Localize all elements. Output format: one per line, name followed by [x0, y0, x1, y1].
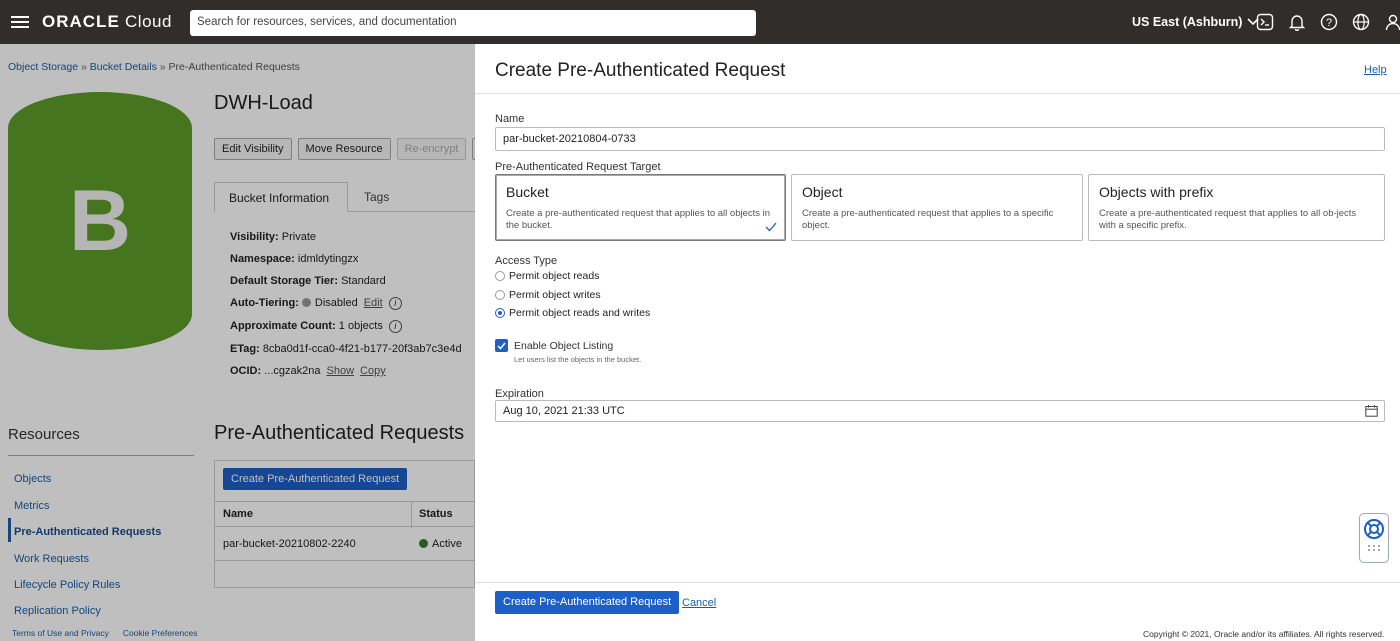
calendar-icon[interactable] — [1365, 405, 1378, 417]
radio-permit-reads[interactable]: Permit object reads — [495, 270, 599, 282]
target-card-description: Create a pre-authenticated request that … — [802, 208, 1054, 231]
panel-footer-divider — [475, 582, 1400, 583]
svg-text:?: ? — [1326, 17, 1332, 29]
user-profile-icon[interactable] — [1383, 12, 1400, 32]
enable-object-listing-label[interactable]: Enable Object Listing — [514, 340, 613, 352]
bell-icon[interactable] — [1287, 12, 1307, 32]
radio-circle-selected[interactable] — [495, 308, 505, 318]
target-card-object[interactable]: Object Create a pre-authenticated reques… — [791, 174, 1083, 241]
name-field[interactable]: par-bucket-20210804-0733 — [495, 127, 1385, 151]
create-par-submit-button[interactable]: Create Pre-Authenticated Request — [495, 591, 680, 614]
radio-label: Permit object reads and writes — [509, 307, 651, 319]
target-card-objects-with-prefix[interactable]: Objects with prefix Create a pre-authent… — [1088, 174, 1385, 241]
region-label: US East (Ashburn) — [1132, 15, 1243, 29]
top-navigation-bar: ORACLE Cloud Search for resources, servi… — [0, 0, 1400, 44]
modal-overlay-footer — [0, 622, 475, 641]
enable-object-listing-checkbox[interactable] — [495, 339, 508, 352]
help-icon[interactable]: ? — [1319, 12, 1339, 32]
radio-label: Permit object reads — [509, 270, 600, 282]
search-input[interactable]: Search for resources, services, and docu… — [190, 10, 756, 36]
modal-overlay[interactable] — [0, 44, 475, 622]
checkmark-icon — [497, 342, 506, 350]
radio-permit-reads-and-writes[interactable]: Permit object reads and writes — [495, 307, 650, 319]
lifebuoy-icon — [1364, 519, 1384, 539]
name-label: Name — [495, 113, 525, 125]
target-label: Pre-Authenticated Request Target — [495, 161, 661, 173]
radio-circle[interactable] — [495, 290, 505, 300]
help-link[interactable]: Help — [1364, 64, 1387, 76]
logo-product: Cloud — [125, 12, 172, 31]
target-card-title: Objects with prefix — [1099, 184, 1214, 200]
radio-permit-writes[interactable]: Permit object writes — [495, 289, 601, 301]
target-card-description: Create a pre-authenticated request that … — [1099, 208, 1357, 231]
cancel-link[interactable]: Cancel — [682, 597, 716, 609]
panel-title: Create Pre-Authenticated Request — [495, 60, 786, 81]
globe-icon[interactable] — [1351, 12, 1371, 32]
target-card-title: Bucket — [506, 184, 549, 200]
oracle-cloud-logo[interactable]: ORACLE Cloud — [42, 12, 172, 32]
menu-icon[interactable] — [0, 0, 40, 44]
help-widget[interactable] — [1359, 513, 1389, 563]
access-type-label: Access Type — [495, 255, 558, 267]
create-par-panel: Create Pre-Authenticated Request Help Na… — [475, 44, 1400, 641]
region-selector[interactable]: US East (Ashburn) — [1132, 15, 1260, 29]
enable-object-listing-help: Let users list the objects in the bucket… — [514, 355, 642, 364]
radio-label: Permit object writes — [509, 289, 601, 301]
cloud-shell-icon[interactable] — [1255, 12, 1275, 32]
copyright-text: Copyright © 2021, Oracle and/or its affi… — [1143, 629, 1385, 639]
target-card-description: Create a pre-authenticated request that … — [506, 208, 771, 231]
panel-header-divider — [475, 93, 1400, 94]
expiration-label: Expiration — [495, 388, 544, 400]
target-card-title: Object — [802, 184, 843, 200]
radio-circle[interactable] — [495, 271, 505, 281]
expiration-date-field[interactable]: Aug 10, 2021 21:33 UTC — [495, 400, 1385, 422]
checkmark-icon — [765, 222, 777, 232]
logo-brand: ORACLE — [42, 12, 120, 31]
expiration-value: Aug 10, 2021 21:33 UTC — [503, 405, 625, 417]
grip-dots-icon[interactable] — [1367, 544, 1381, 552]
target-card-bucket[interactable]: Bucket Create a pre-authenticated reques… — [495, 174, 786, 241]
